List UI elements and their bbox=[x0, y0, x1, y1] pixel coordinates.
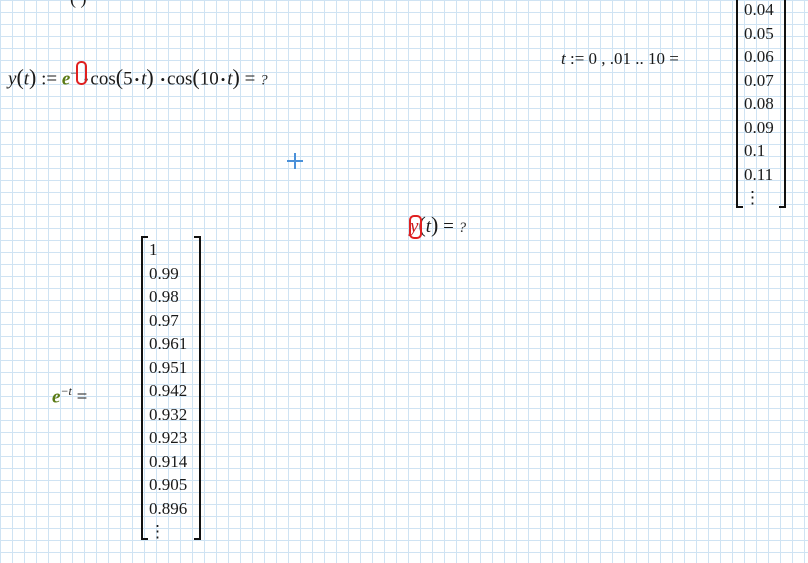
t-range-var: t bbox=[561, 49, 566, 68]
cos-fn-1: cos bbox=[90, 68, 116, 90]
t-range-assign: := bbox=[569, 49, 585, 68]
equals-op: = bbox=[244, 68, 256, 90]
y-eval-equals: = bbox=[443, 216, 454, 237]
exp-eval-exponent: −t bbox=[60, 384, 72, 398]
t-range-equals: = bbox=[669, 49, 679, 68]
y-eval-result: ? bbox=[458, 220, 467, 236]
exp-eval-equals: = bbox=[76, 386, 88, 408]
t-range-definition[interactable]: t := 0 , .01 .. 10 = bbox=[561, 48, 679, 70]
function-placeholder[interactable]: y bbox=[409, 215, 422, 239]
cutoff-expression: ( ) bbox=[70, 0, 87, 9]
y-evaluation[interactable]: y(t) = ? bbox=[409, 214, 467, 239]
exp-matrix-cells: 1 0.99 0.98 0.97 0.961 0.951 0.942 0.932 0.923 0.… bbox=[141, 236, 201, 544]
exp-evaluation[interactable]: e−t = bbox=[52, 380, 87, 408]
coef-ten: 10 bbox=[199, 68, 219, 90]
assign-op: := bbox=[41, 68, 58, 90]
cos-fn-2: cos bbox=[167, 68, 193, 90]
coef-five: 5 bbox=[123, 68, 133, 90]
result-unknown: ? bbox=[260, 72, 268, 89]
crosshair-cursor-icon bbox=[287, 153, 303, 169]
t-result-matrix[interactable]: 0.04 0.05 0.06 0.07 0.08 0.09 0.1 0.11 ⋮ bbox=[736, 0, 786, 208]
y-definition[interactable]: y(t) := e−​ •cos(5•t) •cos(10•t) = ? bbox=[8, 61, 268, 91]
t-range-values: 0 , .01 .. 10 bbox=[588, 49, 666, 68]
exp-result-matrix[interactable]: 1 0.99 0.98 0.97 0.961 0.951 0.942 0.932 0.923 0.… bbox=[141, 236, 201, 541]
